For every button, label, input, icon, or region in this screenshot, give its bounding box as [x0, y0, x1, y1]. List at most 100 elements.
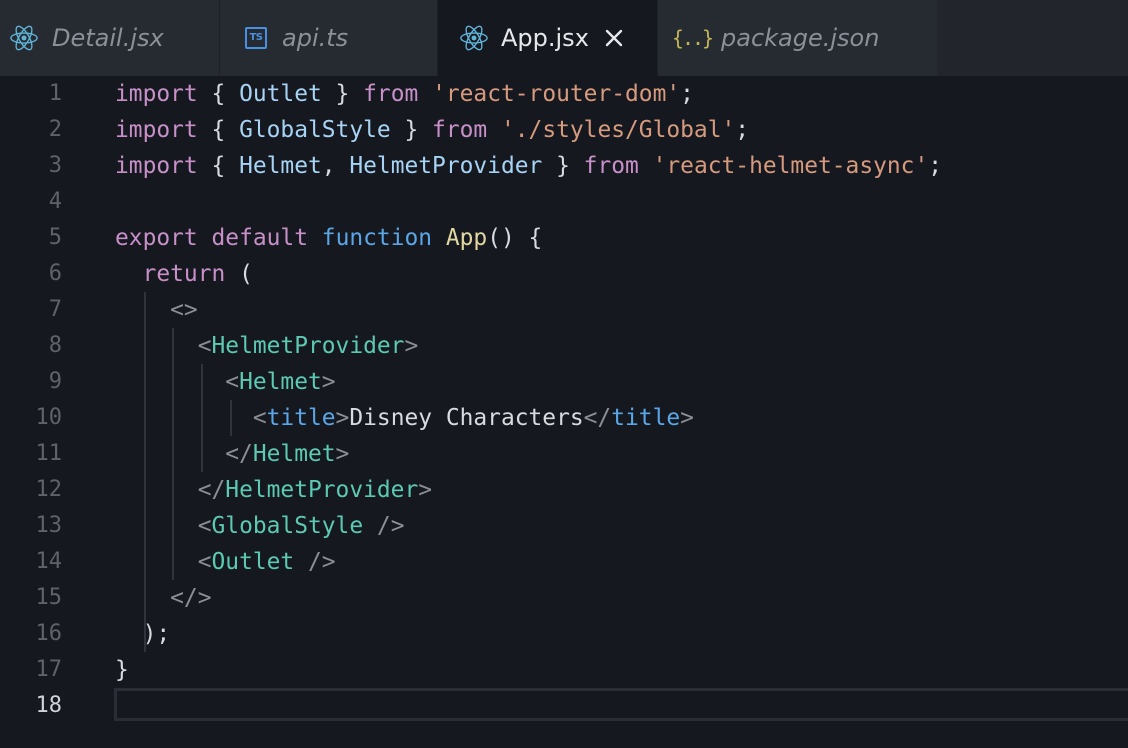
code-token: import	[115, 153, 198, 179]
code-token: {	[197, 81, 240, 107]
code-token: ;	[928, 153, 943, 179]
code-line[interactable]: <title>Disney Characters</title>	[115, 400, 694, 436]
code-token: >	[404, 333, 419, 359]
code-token: import	[115, 81, 198, 107]
code-token: from	[432, 117, 488, 143]
code-token: function	[321, 225, 433, 251]
line-number: 5	[48, 225, 62, 250]
code-line[interactable]: export default function App() {	[115, 220, 542, 256]
code-token: <	[252, 405, 267, 431]
code-token: </	[583, 405, 612, 431]
line-number: 10	[35, 405, 63, 430]
line-number: 2	[48, 117, 62, 142]
code-editor[interactable]: 1 2 3 4 5 6 7 8 9 10 11 12 13 14 15 16 17 18 import { Out…	[0, 76, 1128, 748]
code-token: 'react-router-dom'	[432, 81, 681, 107]
code-line[interactable]: return (	[115, 256, 253, 292]
code-line[interactable]: import { Outlet } from 'react-router-dom…	[115, 76, 694, 112]
code-token: export	[115, 225, 198, 251]
code-token: title	[266, 405, 336, 431]
code-token: return	[142, 261, 226, 287]
code-token: from	[363, 81, 419, 107]
code-token: Helmet	[239, 153, 322, 179]
line-number: 13	[35, 513, 63, 538]
tab-package-json[interactable]: {..} package.json	[657, 0, 937, 76]
line-number: 7	[48, 297, 62, 322]
code-token: }	[321, 81, 364, 107]
line-number: 15	[35, 585, 63, 610]
code-token: <	[197, 549, 212, 575]
tab-app-jsx[interactable]: App.jsx	[437, 0, 657, 76]
code-token: Helmet	[252, 441, 336, 467]
react-icon	[8, 22, 40, 54]
code-token: HelmetProvider	[349, 153, 543, 179]
tab-label: package.json	[721, 24, 880, 52]
line-number: 11	[35, 441, 63, 466]
line-number: 16	[35, 621, 63, 646]
line-number: 14	[35, 549, 63, 574]
editor-tab-bar: Detail.jsx TS api.ts App.jsx {..} packag…	[0, 0, 1128, 76]
code-token: />	[308, 549, 336, 575]
code-token: 'react-helmet-async'	[652, 153, 929, 179]
close-icon[interactable]	[601, 25, 627, 51]
code-token: );	[115, 621, 171, 647]
code-line[interactable]: import { Helmet, HelmetProvider } from '…	[115, 148, 942, 184]
code-token: HelmetProvider	[211, 333, 405, 359]
line-number: 17	[35, 657, 63, 682]
code-token: Outlet	[211, 549, 295, 575]
current-line-highlight	[114, 688, 1128, 721]
code-token: HelmetProvider	[225, 477, 419, 503]
code-line[interactable]: <>	[115, 292, 198, 328]
code-line[interactable]: import { GlobalStyle } from './styles/Gl…	[115, 112, 749, 148]
tab-label: App.jsx	[501, 24, 589, 52]
line-number: 18	[35, 693, 63, 718]
line-number: 6	[48, 261, 62, 286]
code-token: />	[376, 513, 405, 539]
code-token: import	[115, 117, 198, 143]
code-token: <	[197, 513, 212, 539]
code-line[interactable]: <GlobalStyle />	[115, 508, 405, 544]
code-token: }	[542, 153, 584, 179]
code-token: >	[321, 369, 336, 395]
code-token: <>	[170, 297, 198, 323]
code-token: from	[583, 153, 639, 179]
line-number: 3	[48, 153, 62, 178]
code-line[interactable]: </HelmetProvider>	[115, 472, 432, 508]
code-line[interactable]: <HelmetProvider>	[115, 328, 419, 364]
code-token: {	[197, 153, 240, 179]
code-token: title	[611, 405, 681, 431]
line-number: 1	[48, 81, 62, 106]
code-token: GlobalStyle	[239, 117, 391, 143]
code-line[interactable]: </Helmet>	[115, 436, 349, 472]
code-token: }	[390, 117, 433, 143]
code-token: </	[197, 477, 226, 503]
code-token: () {	[487, 225, 543, 251]
tab-label: api.ts	[282, 24, 349, 52]
tab-api-ts[interactable]: TS api.ts	[219, 0, 437, 76]
code-line[interactable]: </>	[115, 580, 212, 616]
line-number: 9	[48, 369, 62, 394]
code-token: >	[680, 405, 694, 431]
code-token: <	[225, 369, 240, 395]
code-token: </>	[170, 585, 212, 611]
react-icon	[458, 22, 490, 54]
code-token: {	[197, 117, 240, 143]
code-line[interactable]: );	[115, 616, 171, 652]
code-token: </	[225, 441, 253, 467]
code-line[interactable]: <Outlet />	[115, 544, 336, 580]
typescript-icon: TS	[240, 22, 272, 54]
tab-detail-jsx[interactable]: Detail.jsx	[0, 0, 219, 76]
code-line[interactable]: }	[115, 652, 129, 688]
code-line[interactable]: <Helmet>	[115, 364, 336, 400]
